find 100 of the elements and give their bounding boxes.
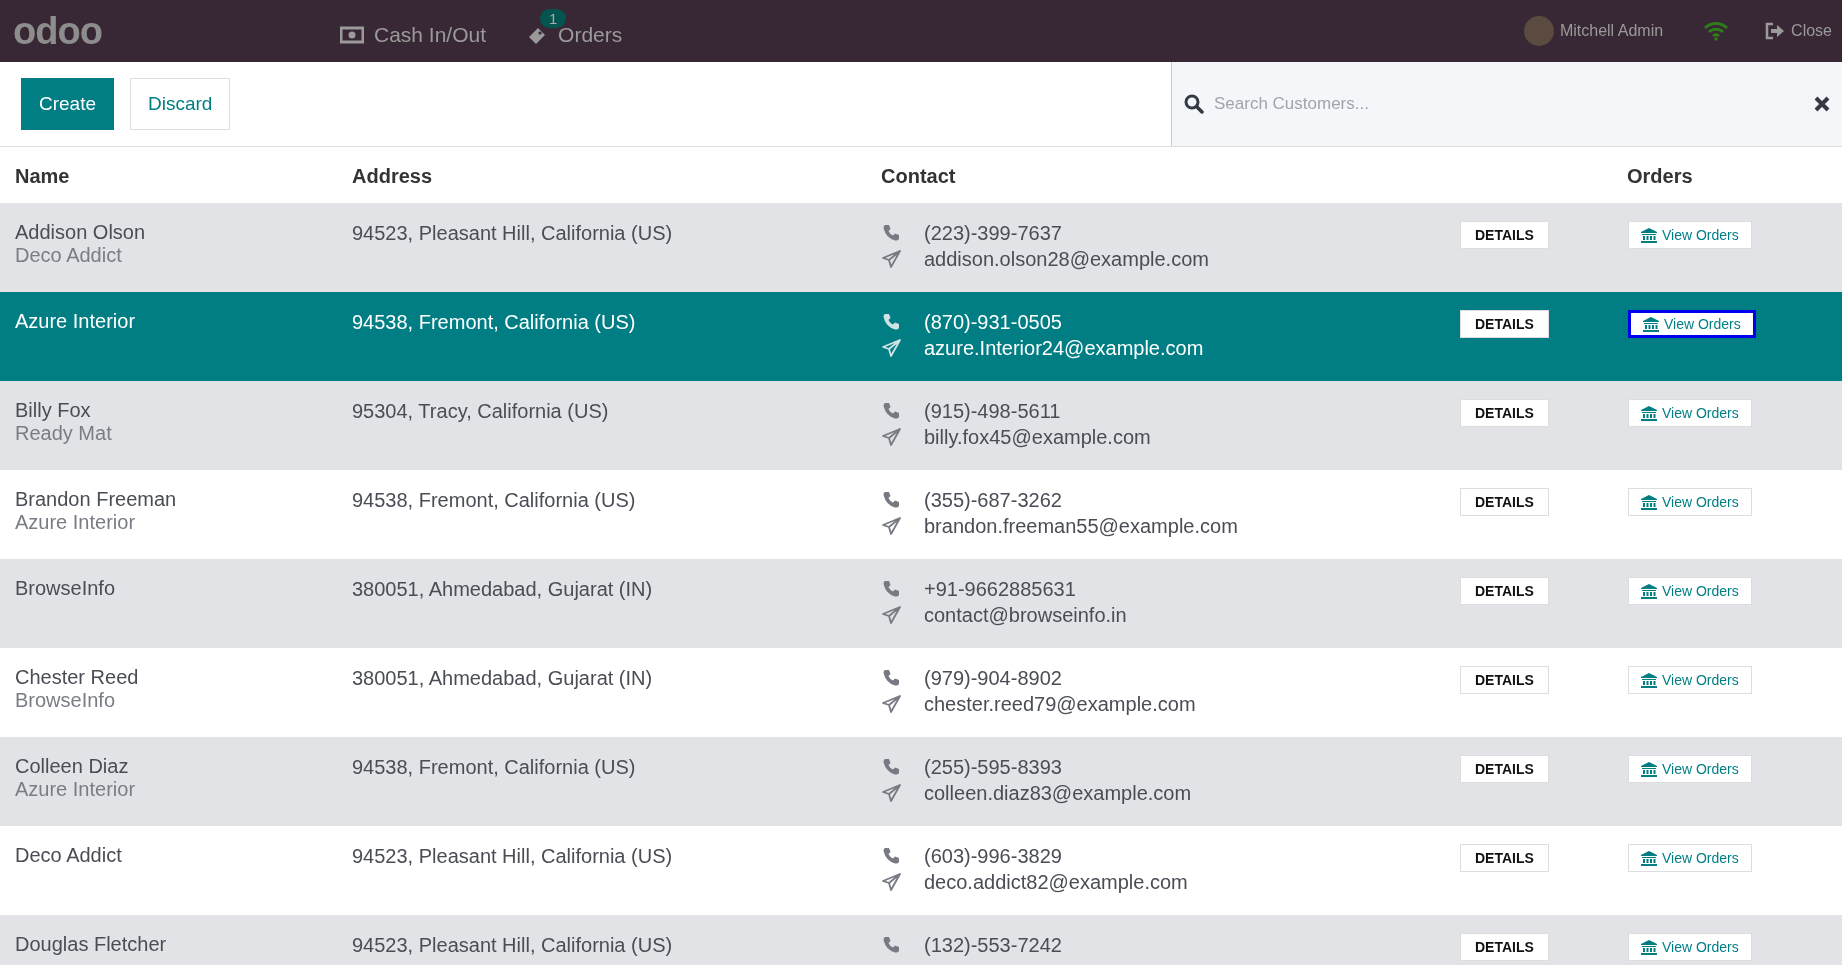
details-button[interactable]: DETAILS [1460, 666, 1549, 694]
email-address: contact@browseinfo.in [924, 603, 1128, 627]
table-row[interactable]: Douglas Fletcher 94523, Pleasant Hill, California (US) (132)-553-7242 DETAILS View Orders [0, 915, 1842, 965]
email-address: colleen.diaz83@example.com [924, 781, 1193, 805]
details-button[interactable]: DETAILS [1460, 755, 1549, 783]
table-row[interactable]: BrowseInfo 380051, Ahmedabad, Gujarat (IN) +91-9662885631 contact@browseinfo.in DETAILS View Orders [0, 559, 1842, 648]
email-address: azure.Interior24@example.com [924, 336, 1205, 360]
company-name: Deco Addict [15, 244, 123, 267]
discard-button[interactable]: Discard [130, 78, 231, 130]
phone-icon [881, 935, 901, 955]
view-orders-button[interactable]: View Orders [1628, 310, 1756, 338]
bank-icon [1641, 494, 1657, 510]
table-row[interactable]: Colleen Diaz Azure Interior 94538, Fremont, California (US) (255)-595-8393 colleen.diaz83@example.com DETAILS View Orders [0, 737, 1842, 826]
details-button[interactable]: DETAILS [1460, 488, 1549, 516]
phone-icon [881, 223, 901, 243]
view-orders-button[interactable]: View Orders [1628, 577, 1752, 605]
view-orders-button[interactable]: View Orders [1628, 221, 1752, 249]
user-avatar [1523, 16, 1554, 46]
view-orders-button[interactable]: View Orders [1628, 933, 1752, 961]
bank-icon [1641, 227, 1657, 243]
sign-out-icon [1765, 22, 1786, 40]
address-text: 94538, Fremont, California (US) [352, 311, 636, 333]
search-icon [1184, 94, 1204, 114]
customer-name: Billy Fox [15, 399, 92, 422]
phone-icon [881, 401, 901, 421]
paper-plane-icon [881, 694, 902, 714]
phone-icon [881, 668, 901, 688]
paper-plane-icon [881, 516, 902, 536]
user-name[interactable]: Mitchell Admin [1559, 22, 1664, 40]
view-orders-button[interactable]: View Orders [1628, 844, 1752, 872]
address-text: 380051, Ahmedabad, Gujarat (IN) [352, 667, 653, 689]
banknote-icon [340, 26, 364, 44]
bank-icon [1641, 939, 1657, 955]
phone-icon [881, 579, 901, 599]
column-header: Contact [881, 164, 956, 189]
details-button[interactable]: DETAILS [1460, 933, 1549, 961]
email-address: deco.addict82@example.com [924, 870, 1189, 894]
table-row[interactable]: Deco Addict 94523, Pleasant Hill, California (US) (603)-996-3829 deco.addict82@example.com DETAILS View Orders [0, 826, 1842, 915]
navbar-item[interactable]: 1 Orders [526, 9, 623, 53]
count-badge: 1 [540, 9, 567, 28]
column-header: Address [352, 164, 433, 189]
address-text: 94523, Pleasant Hill, California (US) [352, 934, 673, 956]
phone-icon [881, 490, 901, 510]
company-name: Azure Interior [15, 511, 137, 534]
address-text: 94523, Pleasant Hill, California (US) [352, 845, 673, 867]
phone-number: (870)-931-0505 [924, 310, 1063, 334]
customer-name: Azure Interior [15, 310, 137, 333]
view-orders-button[interactable]: View Orders [1628, 666, 1752, 694]
address-text: 94538, Fremont, California (US) [352, 756, 636, 778]
phone-icon [881, 846, 901, 866]
phone-number: (603)-996-3829 [924, 844, 1063, 868]
wifi-icon [1703, 21, 1730, 41]
table-row[interactable]: Chester Reed BrowseInfo 380051, Ahmedabad, Gujarat (IN) (979)-904-8902 chester.reed79@example.com DETAILS View Orders [0, 648, 1842, 737]
paper-plane-icon [881, 427, 902, 447]
paper-plane-icon [881, 249, 902, 269]
navbar-item[interactable]: Cash In/Out [340, 9, 487, 53]
email-address: billy.fox45@example.com [924, 425, 1152, 449]
paper-plane-icon [881, 783, 902, 803]
bank-icon [1643, 316, 1659, 332]
customer-name: Addison Olson [15, 221, 147, 244]
close-button[interactable]: Close [1765, 22, 1832, 40]
customer-name: Colleen Diaz [15, 755, 130, 778]
paper-plane-icon [881, 605, 902, 625]
customer-name: Douglas Fletcher [15, 933, 168, 956]
customer-name: BrowseInfo [15, 577, 117, 600]
details-button[interactable]: DETAILS [1460, 310, 1549, 338]
table-row[interactable]: Billy Fox Ready Mat 95304, Tracy, California (US) (915)-498-5611 billy.fox45@example.com DETAILS View Orders [0, 381, 1842, 470]
phone-number: +91-9662885631 [924, 577, 1077, 601]
company-name: BrowseInfo [15, 689, 117, 712]
column-header: Orders [1627, 164, 1693, 189]
close-icon [1814, 96, 1830, 112]
table-row[interactable]: Brandon Freeman Azure Interior 94538, Fremont, California (US) (355)-687-3262 brandon.freeman55@example.com DETAILS View Orders [0, 470, 1842, 559]
view-orders-button[interactable]: View Orders [1628, 399, 1752, 427]
details-button[interactable]: DETAILS [1460, 221, 1549, 249]
customer-name: Chester Reed [15, 666, 140, 689]
phone-number: (223)-399-7637 [924, 221, 1063, 245]
company-name: Azure Interior [15, 778, 137, 801]
column-header: Name [15, 164, 70, 189]
view-orders-button[interactable]: View Orders [1628, 755, 1752, 783]
view-orders-button[interactable]: View Orders [1628, 488, 1752, 516]
email-address: brandon.freeman55@example.com [924, 514, 1239, 538]
company-name: Ready Mat [15, 422, 113, 445]
address-text: 380051, Ahmedabad, Gujarat (IN) [352, 578, 653, 600]
table-row[interactable]: Addison Olson Deco Addict 94523, Pleasant Hill, California (US) (223)-399-7637 addison.olson28@example.com DETAILS View Orders [0, 203, 1842, 292]
bank-icon [1641, 761, 1657, 777]
email-address: addison.olson28@example.com [924, 247, 1210, 271]
bank-icon [1641, 405, 1657, 421]
details-button[interactable]: DETAILS [1460, 577, 1549, 605]
paper-plane-icon [881, 872, 902, 892]
details-button[interactable]: DETAILS [1460, 844, 1549, 872]
phone-number: (915)-498-5611 [924, 399, 1062, 423]
paper-plane-icon [881, 338, 902, 358]
customer-name: Brandon Freeman [15, 488, 178, 511]
phone-number: (979)-904-8902 [924, 666, 1063, 690]
create-button[interactable]: Create [21, 78, 115, 130]
table-row[interactable]: Azure Interior 94538, Fremont, California (US) (870)-931-0505 azure.Interior24@example.com DETAILS View Orders [0, 292, 1842, 381]
details-button[interactable]: DETAILS [1460, 399, 1549, 427]
phone-icon [881, 312, 901, 332]
address-text: 94538, Fremont, California (US) [352, 489, 636, 511]
phone-number: (132)-553-7242 [924, 933, 1063, 957]
